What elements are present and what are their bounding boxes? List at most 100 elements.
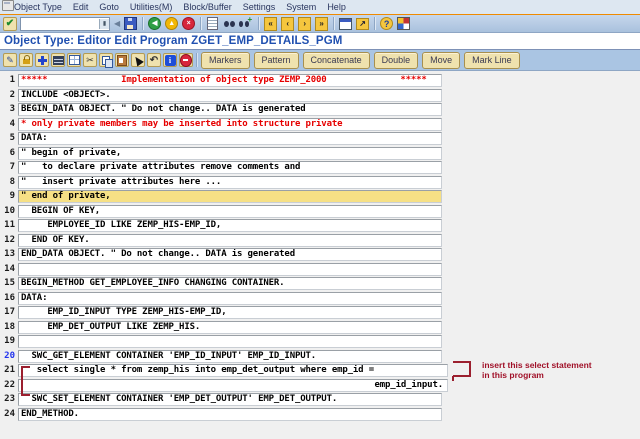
code-line: 15BEGIN_METHOD GET_EMPLOYEE_INFO CHANGIN… (0, 277, 640, 292)
toolbar-separator (258, 17, 259, 30)
editor-button-concatenate[interactable]: Concatenate (303, 52, 370, 69)
code-text[interactable]: BEGIN OF KEY, (18, 205, 442, 218)
next-page-icon[interactable]: › (297, 17, 312, 31)
last-page-icon[interactable]: » (314, 17, 329, 31)
code-line: 10 BEGIN OF KEY, (0, 205, 640, 220)
upload-icon[interactable] (51, 53, 65, 67)
code-text[interactable]: BEGIN_DATA OBJECT. " Do not change.. DAT… (18, 103, 442, 116)
undo-icon[interactable]: ↶ (147, 53, 161, 67)
code-text[interactable]: " begin of private, (18, 147, 442, 160)
page-title: Object Type: Editor Edit Program ZGET_EM… (0, 35, 342, 47)
code-text[interactable] (18, 335, 442, 348)
help-icon[interactable]: ? (379, 17, 394, 31)
command-history-icon[interactable]: ▮ (99, 19, 109, 29)
toolbar-divider (196, 53, 197, 67)
code-line: 22emp_id_input. (0, 379, 640, 394)
code-text[interactable]: " to declare private attributes remove c… (18, 161, 442, 174)
line-number: 19 (0, 335, 18, 348)
display-change-icon[interactable]: ✎ (3, 53, 17, 67)
field-history-icon[interactable]: ◀ (114, 19, 120, 28)
command-input[interactable] (21, 19, 99, 29)
line-number: 11 (0, 219, 18, 232)
previous-page-icon[interactable]: ‹ (280, 17, 295, 31)
code-text[interactable]: ***** Implementation of object type ZEMP… (18, 74, 442, 87)
code-text[interactable]: EMP_DET_OUTPUT LIKE ZEMP_HIS. (18, 321, 442, 334)
code-text[interactable]: DATA: (18, 132, 442, 145)
code-text[interactable]: " end of private, (18, 190, 442, 203)
code-line: 1***** Implementation of object type ZEM… (0, 74, 640, 89)
code-text[interactable]: DATA: (18, 292, 442, 305)
code-text[interactable]: * only private members may be inserted i… (18, 118, 442, 131)
code-text[interactable]: EMP_ID_INPUT TYPE ZEMP_HIS-EMP_ID, (18, 306, 442, 319)
line-number: 12 (0, 234, 18, 247)
insert-icon[interactable] (35, 53, 49, 67)
layout-icon[interactable] (396, 17, 411, 31)
enter-icon[interactable]: ✔ (3, 17, 17, 31)
code-line: 9" end of private, (0, 190, 640, 205)
code-line: 23 SWC_SET_ELEMENT CONTAINER 'EMP_DET_OU… (0, 393, 640, 408)
toolbar-separator (200, 17, 201, 30)
code-text[interactable]: END OF KEY. (18, 234, 442, 247)
code-text[interactable]: END_DATA OBJECT. " Do not change.. DATA … (18, 248, 442, 261)
paste-icon[interactable] (115, 53, 129, 67)
code-text[interactable] (18, 263, 442, 276)
menu-item[interactable]: Goto (99, 2, 119, 12)
menu-bar: Object Type Edit Goto Utilities(M) Block/Buf… (0, 0, 640, 15)
code-text[interactable]: SWC_SET_ELEMENT CONTAINER 'EMP_DET_OUTPU… (18, 393, 442, 406)
breakpoint-icon[interactable] (179, 53, 193, 67)
menu-item[interactable]: Settings (243, 2, 276, 12)
code-text[interactable]: SWC_GET_ELEMENT CONTAINER 'EMP_ID_INPUT'… (18, 350, 442, 363)
code-line: 4* only private members may be inserted … (0, 118, 640, 133)
editor-button-double[interactable]: Double (374, 52, 419, 69)
menu-item[interactable]: Object Type (14, 2, 62, 12)
shortcut-icon[interactable]: ↗ (355, 17, 370, 31)
code-text[interactable]: BEGIN_METHOD GET_EMPLOYEE_INFO CHANGING … (18, 277, 442, 290)
code-text[interactable]: INCLUDE <OBJECT>. (18, 89, 442, 102)
code-text[interactable]: END_METHOD. (18, 408, 442, 421)
save-icon[interactable] (123, 17, 138, 31)
code-text[interactable]: EMPLOYEE_ID LIKE ZEMP_HIS-EMP_ID, (18, 219, 442, 232)
editor-button-markers[interactable]: Markers (201, 52, 250, 69)
title-bar: Object Type: Editor Edit Program ZGET_EM… (0, 33, 640, 50)
line-number: 23 (0, 393, 18, 406)
back-icon[interactable]: ◀ (147, 17, 162, 31)
menu-item[interactable]: Help (327, 2, 346, 12)
line-number: 2 (0, 89, 18, 102)
exit-icon[interactable]: ▲ (164, 17, 179, 31)
line-number: 1 (0, 74, 18, 87)
system-menu-icon[interactable] (2, 0, 14, 11)
command-field[interactable]: ▮ (20, 17, 110, 31)
menu-item[interactable]: Block/Buffer (183, 2, 231, 12)
code-line: 8" insert private attributes here ... (0, 176, 640, 191)
editor-button-pattern[interactable]: Pattern (254, 52, 299, 69)
editor-button-move[interactable]: Move (422, 52, 460, 69)
code-line: 7" to declare private attributes remove … (0, 161, 640, 176)
first-page-icon[interactable]: « (263, 17, 278, 31)
code-line: 18 EMP_DET_OUTPUT LIKE ZEMP_HIS. (0, 321, 640, 336)
line-number: 13 (0, 248, 18, 261)
line-number: 14 (0, 263, 18, 276)
menu-item[interactable]: Utilities(M) (130, 2, 173, 12)
menu-item[interactable]: System (286, 2, 316, 12)
line-number: 9 (0, 190, 18, 203)
lock-icon[interactable] (19, 53, 33, 67)
code-text[interactable]: " insert private attributes here ... (18, 176, 442, 189)
copy-icon[interactable] (99, 53, 113, 67)
print-icon[interactable] (205, 17, 220, 31)
select-block-icon[interactable] (131, 53, 145, 67)
code-line: 19 (0, 335, 640, 350)
code-text[interactable]: emp_id_input. (18, 379, 448, 392)
cut-icon[interactable]: ✂ (83, 53, 97, 67)
editor-work-area: 1***** Implementation of object type ZEM… (0, 71, 640, 439)
code-text[interactable]: select single * from zemp_his into emp_d… (18, 364, 448, 377)
download-icon[interactable] (67, 53, 81, 67)
find-next-icon[interactable]: + (239, 17, 254, 31)
new-session-icon[interactable] (338, 17, 353, 31)
find-icon[interactable] (222, 17, 237, 31)
editor-icons: ✎ ✂ ↶i (2, 53, 194, 67)
menu-item[interactable]: Edit (73, 2, 89, 12)
editor-button-mark-line[interactable]: Mark Line (464, 52, 520, 69)
cancel-icon[interactable]: × (181, 17, 196, 31)
info-icon[interactable]: i (163, 53, 177, 67)
code-line: 16DATA: (0, 292, 640, 307)
